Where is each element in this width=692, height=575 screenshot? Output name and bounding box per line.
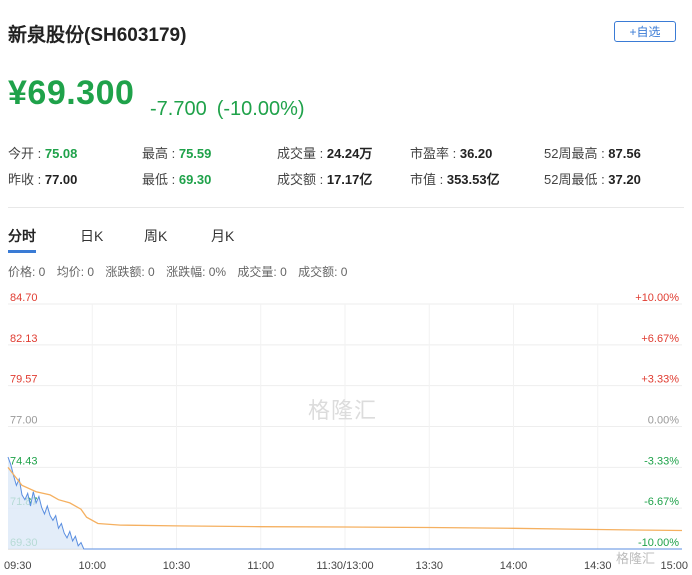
x-tick-label: 11:00 — [247, 560, 274, 572]
stat-pe: 市盈率 : 36.20 — [410, 146, 493, 161]
y-tick-label-pct: -6.67% — [644, 496, 679, 508]
active-tab-indicator — [8, 250, 36, 253]
stat-market-cap: 市值 : 353.53亿 — [410, 172, 500, 187]
stat-52w-high: 52周最高 : 87.56 — [544, 146, 641, 161]
tab-intraday[interactable]: 分时 — [8, 226, 36, 246]
x-tick-label: 14:00 — [500, 560, 528, 572]
y-tick-label-pct: +6.67% — [641, 333, 679, 345]
x-tick-label: 10:30 — [163, 560, 191, 572]
y-tick-label: 77.00 — [10, 415, 38, 427]
info-price: 价格: 0 — [8, 265, 46, 279]
stat-volume: 成交量 : 24.24万 — [277, 146, 373, 161]
x-tick-label: 09:30 — [4, 560, 32, 572]
divider — [8, 207, 684, 208]
stat-high: 最高 : 75.59 — [142, 146, 212, 161]
stat-low: 最低 : 69.30 — [142, 172, 212, 187]
change-amount: -7.700 — [150, 98, 207, 120]
y-tick-label-pct: 0.00% — [648, 415, 679, 427]
info-amount: 成交额: 0 — [298, 265, 348, 279]
y-tick-label-pct: +10.00% — [635, 292, 679, 304]
watermark-corner: 格隆汇 — [616, 551, 656, 566]
chart-info-bar: 价格: 0 均价: 0 涨跌额: 0 涨跌幅: 0% 成交量: 0 成交额: 0 — [8, 263, 355, 280]
y-tick-label: 82.13 — [10, 333, 38, 345]
x-tick-label: 10:00 — [78, 560, 106, 572]
change-percent: (-10.00%) — [216, 98, 305, 120]
info-change-amount: 涨跌额: 0 — [105, 265, 155, 279]
y-tick-label-pct: +3.33% — [641, 374, 679, 386]
stat-prev-close: 昨收 : 77.00 — [8, 172, 78, 187]
y-tick-label: 84.70 — [10, 292, 38, 304]
tab-daily-k[interactable]: 日K — [80, 226, 103, 246]
info-volume: 成交量: 0 — [237, 265, 287, 279]
tab-weekly-k[interactable]: 周K — [144, 226, 167, 246]
add-watchlist-button[interactable]: +自选 — [614, 21, 676, 42]
watermark-center: 格隆汇 — [308, 398, 378, 423]
x-tick-label: 11:30/13:00 — [316, 560, 373, 572]
stat-open: 今开 : 75.08 — [8, 146, 78, 161]
y-tick-label: 79.57 — [10, 374, 38, 386]
price-change: -7.700 (-10.00%) — [150, 98, 305, 121]
x-tick-label: 15:00 — [660, 560, 688, 572]
stat-turnover: 成交额 : 17.17亿 — [277, 172, 373, 187]
y-tick-label: 74.43 — [10, 455, 38, 467]
stock-title: 新泉股份(SH603179) — [8, 25, 187, 46]
tab-monthly-k[interactable]: 月K — [211, 226, 234, 246]
info-change-percent: 涨跌幅: 0% — [166, 265, 227, 279]
x-tick-label: 14:30 — [584, 560, 612, 572]
stat-52w-low: 52周最低 : 37.20 — [544, 172, 641, 187]
info-avg: 均价: 0 — [56, 265, 95, 279]
x-tick-label: 13:30 — [415, 560, 443, 572]
y-tick-label-pct: -3.33% — [644, 455, 679, 467]
current-price: ¥69.300 — [8, 74, 135, 112]
intraday-chart[interactable]: 84.70 +10.00% 82.13 +6.67% 79.57 +3.33% 77.00 0… — [0, 290, 692, 575]
